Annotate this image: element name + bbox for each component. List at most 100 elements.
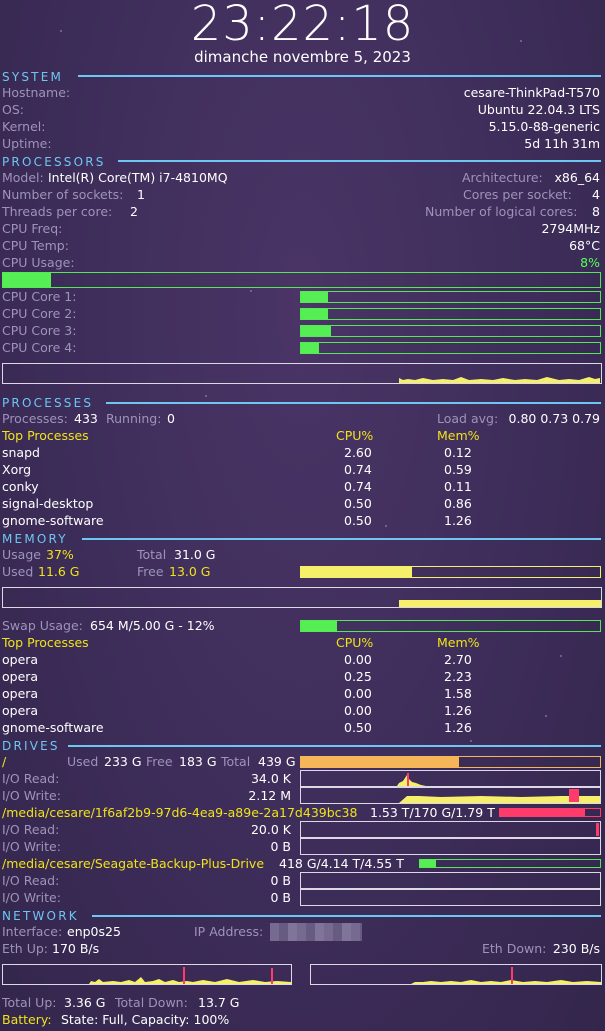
load-avg-value: 0.80 0.73 0.79 — [508, 411, 600, 426]
os-label: OS: — [2, 102, 24, 117]
root-total-label: Total — [221, 754, 251, 769]
mem-process-cpu: 0.00 — [344, 652, 372, 667]
mem-usage-value: 37% — [46, 547, 74, 562]
cpu-core-3-label: CPU Core 3: — [2, 323, 77, 338]
section-header-memory: MEMORY — [2, 532, 68, 546]
section-header-system: SYSTEM — [2, 70, 64, 84]
cores-label: Cores per socket: — [463, 187, 572, 202]
mem-column-header: Mem% — [437, 635, 480, 650]
usage-label: CPU Usage: — [2, 255, 75, 270]
mem-used-value: 11.6 G — [38, 564, 80, 579]
media2-write-value: 0 B — [270, 890, 291, 905]
section-header-network: NETWORK — [2, 909, 79, 923]
mem-process-mem: 2.70 — [444, 652, 472, 667]
upload-graph — [2, 964, 292, 985]
threads-value: 2 — [130, 204, 138, 219]
media2-read-label: I/O Read: — [2, 873, 60, 888]
usage-value: 8% — [580, 255, 600, 270]
section-header-processes: PROCESSES — [2, 396, 94, 410]
freq-value: 2794MHz — [541, 221, 600, 236]
background-star — [385, 525, 387, 527]
process-mem: 0.86 — [444, 496, 472, 511]
clock-time: 23:22:18 — [190, 0, 415, 52]
process-cpu: 2.60 — [344, 445, 372, 460]
total-down-value: 13.7 G — [198, 995, 240, 1010]
mem-process-mem: 1.26 — [444, 720, 472, 735]
cpu-core-1-label: CPU Core 1: — [2, 289, 77, 304]
background-star — [520, 40, 522, 42]
swap-value: 654 M/5.00 G - 12% — [90, 618, 215, 633]
interface-label: Interface: — [2, 924, 63, 939]
process-cpu: 0.50 — [344, 496, 372, 511]
cores-value: 4 — [592, 187, 600, 202]
process-cpu: 0.50 — [344, 513, 372, 528]
top-memory-header: Top Processes — [2, 635, 89, 650]
root-write-graph — [300, 787, 601, 804]
mem-used-label: Used — [2, 564, 34, 579]
top-processes-header: Top Processes — [2, 428, 89, 443]
cpu-core-3-bar — [300, 325, 601, 337]
download-graph — [310, 964, 602, 985]
media2-mount: /media/cesare/Seagate-Backup-Plus-Drive — [2, 856, 265, 871]
sockets-value: 1 — [137, 187, 145, 202]
cpu-column-header: CPU% — [336, 635, 374, 650]
mem-free-label: Free — [137, 564, 164, 579]
eth-up-label: Eth Up: — [2, 941, 48, 956]
mem-total-label: Total — [137, 547, 167, 562]
cpu-core-2-label: CPU Core 2: — [2, 306, 77, 321]
media2-summary: 418 G/4.14 T/4.55 T — [279, 856, 404, 871]
mem-process-mem: 2.23 — [444, 669, 472, 684]
cpu-usage-bar — [2, 272, 601, 288]
memory-history-graph — [2, 587, 602, 608]
mem-process-name: gnome-software — [2, 720, 104, 735]
mem-process-name: opera — [2, 652, 39, 667]
arch-value: x86_64 — [554, 170, 600, 185]
battery-value: State: Full, Capacity: 100% — [61, 1012, 230, 1027]
uptime-value: 5d 11h 31m — [524, 136, 600, 151]
freq-label: CPU Freq: — [2, 221, 63, 236]
arch-label: Architecture: — [462, 170, 543, 185]
cpu-history-graph — [2, 363, 602, 384]
process-name: gnome-software — [2, 513, 104, 528]
process-mem: 0.12 — [444, 445, 472, 460]
background-star — [470, 740, 472, 742]
process-name: signal-desktop — [2, 496, 94, 511]
eth-down-label: Eth Down: — [482, 941, 547, 956]
mem-process-cpu: 0.00 — [344, 703, 372, 718]
media1-write-graph — [300, 838, 601, 855]
eth-down-value: 230 B/s — [552, 941, 600, 956]
media1-summary: 1.53 T/170 G/1.79 T — [370, 805, 495, 820]
media2-usage-bar — [419, 859, 601, 868]
processes-count-label: Processes: — [2, 411, 68, 426]
battery-label: Battery: — [2, 1012, 52, 1027]
swap-usage-bar — [300, 620, 601, 632]
media1-usage-bar — [499, 808, 601, 817]
mem-process-cpu: 0.50 — [344, 720, 372, 735]
root-free-value: 183 G — [179, 754, 217, 769]
interface-value: enp0s25 — [67, 924, 121, 939]
root-read-value: 34.0 K — [250, 771, 291, 786]
background-star — [250, 290, 252, 292]
media2-write-graph — [300, 889, 601, 906]
divider — [92, 915, 601, 917]
process-mem: 1.26 — [444, 513, 472, 528]
process-cpu: 0.74 — [344, 479, 372, 494]
mem-process-mem: 1.26 — [444, 703, 472, 718]
process-cpu: 0.74 — [344, 462, 372, 477]
media1-read-value: 20.0 K — [250, 822, 291, 837]
running-label: Running: — [106, 411, 162, 426]
section-header-processors: PROCESSORS — [2, 155, 106, 169]
cpu-core-4-label: CPU Core 4: — [2, 340, 77, 355]
divider — [106, 402, 601, 404]
mem-usage-bar — [300, 566, 601, 578]
mem-process-cpu: 0.25 — [344, 669, 372, 684]
media1-mount: /media/cesare/1f6af2b9-97d6-4ea9-a89e-2a… — [2, 805, 358, 820]
mem-process-cpu: 0.00 — [344, 686, 372, 701]
media2-read-graph — [300, 872, 601, 889]
media1-write-value: 0 B — [270, 839, 291, 854]
temp-label: CPU Temp: — [2, 238, 69, 253]
total-up-value: 3.36 G — [64, 995, 106, 1010]
cpu-core-4-bar — [300, 342, 601, 354]
media1-read-graph — [300, 821, 601, 838]
root-write-value: 2.12 M — [248, 788, 291, 803]
